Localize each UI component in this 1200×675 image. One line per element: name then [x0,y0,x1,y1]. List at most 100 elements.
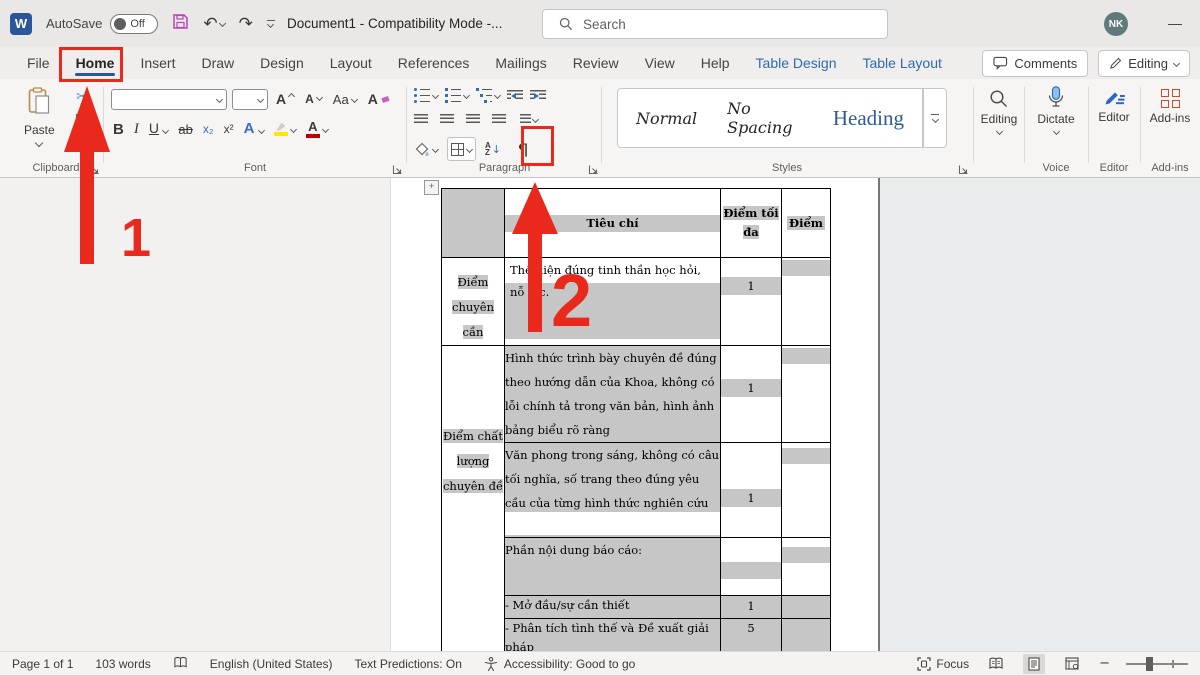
score-cell[interactable] [782,258,831,346]
minimize-button[interactable]: — [1160,8,1190,38]
tab-file[interactable]: File [14,47,63,79]
autosave-control[interactable]: AutoSave Off [46,14,158,34]
quick-access-overflow-button[interactable] [267,20,275,27]
tab-review[interactable]: Review [560,47,632,79]
header-max-cell[interactable]: Điểm tối đa [721,189,782,258]
score-cell[interactable] [782,596,831,619]
clear-formatting-button[interactable]: A [365,88,392,110]
max-cell[interactable]: 5 [721,619,782,652]
align-right-button[interactable] [466,114,480,125]
account-avatar[interactable]: NK [1104,12,1128,36]
editing-mode-button[interactable]: Editing [1098,50,1190,77]
font-dialog-launcher[interactable] [392,162,403,173]
header-score-cell[interactable]: Điểm [782,189,831,258]
addins-button[interactable]: Add-ins [1142,79,1198,125]
header-corner-cell[interactable] [442,189,505,258]
group-cell[interactable]: Điểm chuyên cần [442,258,505,346]
tab-table-layout[interactable]: Table Layout [849,47,954,79]
increase-indent-button[interactable] [530,90,546,101]
max-cell[interactable]: 1 [721,443,782,538]
read-mode-button[interactable] [985,654,1007,674]
max-cell[interactable] [721,538,782,596]
paragraph-dialog-launcher[interactable] [588,162,599,173]
web-layout-button[interactable] [1061,654,1083,674]
editor-button[interactable]: Editor [1090,79,1138,124]
max-cell[interactable]: 1 [721,346,782,443]
language-indicator[interactable]: English (United States) [210,657,333,671]
subscript-button[interactable]: x₂ [203,122,214,136]
decrease-indent-button[interactable] [507,90,523,101]
numbering-button[interactable] [445,88,469,103]
score-cell[interactable] [782,619,831,652]
score-cell[interactable] [782,538,831,596]
criteria-cell[interactable]: Hình thức trình bày chuyên đề đúng theo … [505,346,721,443]
highlight-color-button[interactable] [274,123,296,136]
align-left-button[interactable] [414,114,428,125]
underline-button[interactable]: U [149,120,169,138]
shrink-font-button[interactable]: A [302,88,325,110]
autosave-toggle[interactable]: Off [110,14,158,34]
justify-button[interactable] [492,114,506,125]
style-no-spacing[interactable]: No Spacing [727,99,803,137]
save-icon[interactable] [172,13,189,35]
tab-view[interactable]: View [632,47,688,79]
redo-button[interactable]: ↷ [239,14,253,34]
tab-design[interactable]: Design [247,47,317,79]
table-move-handle[interactable]: + [424,180,439,195]
print-layout-button[interactable] [1023,654,1045,674]
search-input[interactable]: Search [542,9,888,39]
tab-insert[interactable]: Insert [127,47,188,79]
bullets-button[interactable] [414,88,438,103]
change-case-button[interactable]: Aa [330,88,360,110]
zoom-out-button[interactable]: − [1099,656,1110,671]
styles-dialog-launcher[interactable] [958,162,969,173]
tab-table-design[interactable]: Table Design [743,47,850,79]
dictate-button[interactable]: Dictate [1026,79,1086,134]
superscript-button[interactable]: x² [224,122,234,136]
tab-draw[interactable]: Draw [188,47,247,79]
tab-mailings[interactable]: Mailings [482,47,559,79]
tab-layout[interactable]: Layout [317,47,385,79]
tab-help[interactable]: Help [688,47,743,79]
shading-button[interactable] [414,142,438,157]
style-normal[interactable]: Normal [636,109,697,128]
align-center-button[interactable] [440,114,454,125]
word-count[interactable]: 103 words [95,657,150,671]
proofing-icon[interactable] [173,656,188,672]
max-cell[interactable]: 1 [721,258,782,346]
score-cell[interactable] [782,346,831,443]
borders-button[interactable] [447,137,476,161]
font-size-combo[interactable] [232,89,268,110]
text-effects-button[interactable]: A [244,120,264,138]
criteria-cell[interactable]: Phần nội dung báo cáo: [505,538,721,596]
tab-references[interactable]: References [385,47,483,79]
italic-button[interactable]: I [134,121,139,138]
style-heading[interactable]: Heading [833,106,904,131]
line-spacing-button[interactable] [518,114,538,125]
styles-more-button[interactable] [923,88,947,148]
criteria-cell[interactable]: Văn phong trong sáng, không có câu tối n… [505,443,721,538]
undo-button[interactable]: ↶ [203,14,224,34]
font-color-button[interactable]: A [306,121,328,138]
grow-font-button[interactable]: A [273,88,297,110]
criteria-cell[interactable]: - Mở đầu/sự cần thiết [505,596,721,619]
group-cell[interactable]: Điểm chất lượng chuyên đề [442,346,505,652]
focus-button[interactable]: Focus [917,657,969,671]
sort-button[interactable]: AZ ↓ [485,142,501,157]
paste-button[interactable]: Paste [24,87,55,146]
document-page[interactable]: + Tiêu chí Điểm tối đa Điểm [390,178,879,651]
strikethrough-button[interactable]: ab [178,122,192,137]
text-predictions[interactable]: Text Predictions: On [355,657,462,671]
font-name-combo[interactable] [111,89,227,110]
editing-button[interactable]: Editing [976,79,1022,134]
criteria-cell[interactable]: - Phân tích tình thế và Đề xuất giải phá… [505,619,721,652]
bold-button[interactable]: B [113,121,124,138]
page-indicator[interactable]: Page 1 of 1 [12,657,73,671]
multilevel-list-button[interactable] [476,88,500,103]
comments-button[interactable]: Comments [982,50,1088,77]
score-cell[interactable] [782,443,831,538]
max-cell[interactable]: 1 [721,596,782,619]
accessibility-status[interactable]: Accessibility: Good to go [484,657,635,671]
zoom-thumb[interactable] [1146,657,1153,671]
zoom-slider[interactable] [1126,656,1188,672]
